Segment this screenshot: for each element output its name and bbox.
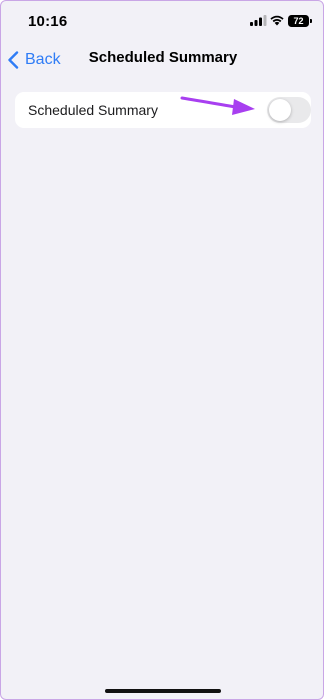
- navigation-bar: Back Scheduled Summary: [1, 41, 323, 77]
- iphone-screen: 10:16 72 Back Scheduled Summary Schedule…: [0, 0, 324, 700]
- battery-cap: [310, 19, 312, 23]
- page-title: Scheduled Summary: [88, 49, 238, 66]
- home-indicator[interactable]: [105, 689, 221, 693]
- scheduled-summary-label: Scheduled Summary: [28, 102, 158, 118]
- signal-icon: [250, 15, 267, 26]
- status-bar: 10:16 72: [1, 1, 323, 41]
- settings-card: Scheduled Summary: [15, 92, 311, 128]
- toggle-knob: [269, 99, 291, 121]
- battery-level: 72: [288, 15, 309, 27]
- scheduled-summary-toggle[interactable]: [267, 97, 311, 123]
- battery-icon: 72: [288, 15, 312, 27]
- wifi-icon: [270, 15, 284, 26]
- status-time: 10:16: [28, 13, 68, 30]
